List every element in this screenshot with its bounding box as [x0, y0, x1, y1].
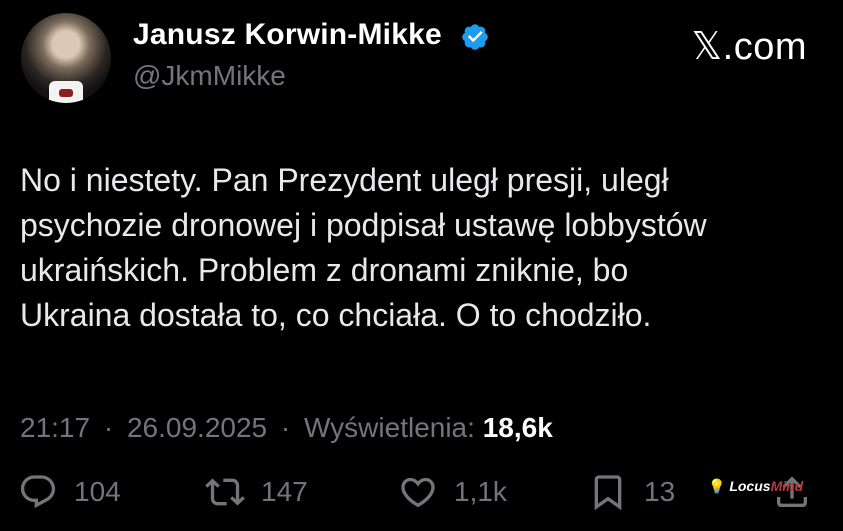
- bookmark-button[interactable]: 13: [588, 472, 675, 512]
- x-logo[interactable]: 𝕏.com: [692, 24, 807, 69]
- bookmark-count: 13: [644, 476, 676, 507]
- repost-icon: [205, 478, 245, 506]
- author-name[interactable]: Janusz Korwin-Mikke: [133, 18, 442, 52]
- tweet-meta: 21:17 · 26.09.2025 · Wyświetlenia: 18,6k: [20, 412, 553, 444]
- heart-icon: [401, 477, 435, 508]
- lightbulb-icon: 💡: [708, 478, 726, 494]
- watermark-locus: Locus: [729, 478, 771, 494]
- reply-icon: [20, 475, 56, 509]
- separator: ·: [103, 412, 114, 443]
- separator: ·: [280, 412, 291, 443]
- views-count: 18,6k: [482, 412, 553, 443]
- tweet-text: No i niestety. Pan Prezydent uległ presj…: [20, 158, 825, 338]
- like-count: 1,1k: [454, 476, 507, 507]
- repost-button[interactable]: 147: [205, 472, 308, 512]
- reply-count: 104: [74, 476, 121, 507]
- tweet-line: Ukraina dostała to, co chciała. O to cho…: [20, 297, 652, 333]
- tweet-line: No i niestety. Pan Prezydent uległ presj…: [20, 162, 669, 198]
- repost-count: 147: [261, 476, 308, 507]
- tweet-time[interactable]: 21:17: [20, 412, 90, 443]
- avatar-bowtie: [59, 89, 73, 97]
- tweet-line: psychozie dronowej i podpisał ustawę lob…: [20, 207, 707, 243]
- views-label: Wyświetlenia:: [304, 412, 475, 443]
- tweet-line: ukraińskich. Problem z dronami zniknie, …: [20, 252, 629, 288]
- reply-button[interactable]: 104: [18, 472, 121, 512]
- avatar[interactable]: [21, 13, 111, 103]
- watermark: 💡 LocusMind: [708, 478, 803, 495]
- author-handle[interactable]: @JkmMikke: [133, 60, 286, 92]
- tweet-date[interactable]: 26.09.2025: [127, 412, 267, 443]
- bookmark-icon: [594, 475, 622, 511]
- watermark-mind: Mind: [770, 478, 804, 494]
- verified-badge-icon: [462, 24, 488, 50]
- like-button[interactable]: 1,1k: [398, 472, 507, 512]
